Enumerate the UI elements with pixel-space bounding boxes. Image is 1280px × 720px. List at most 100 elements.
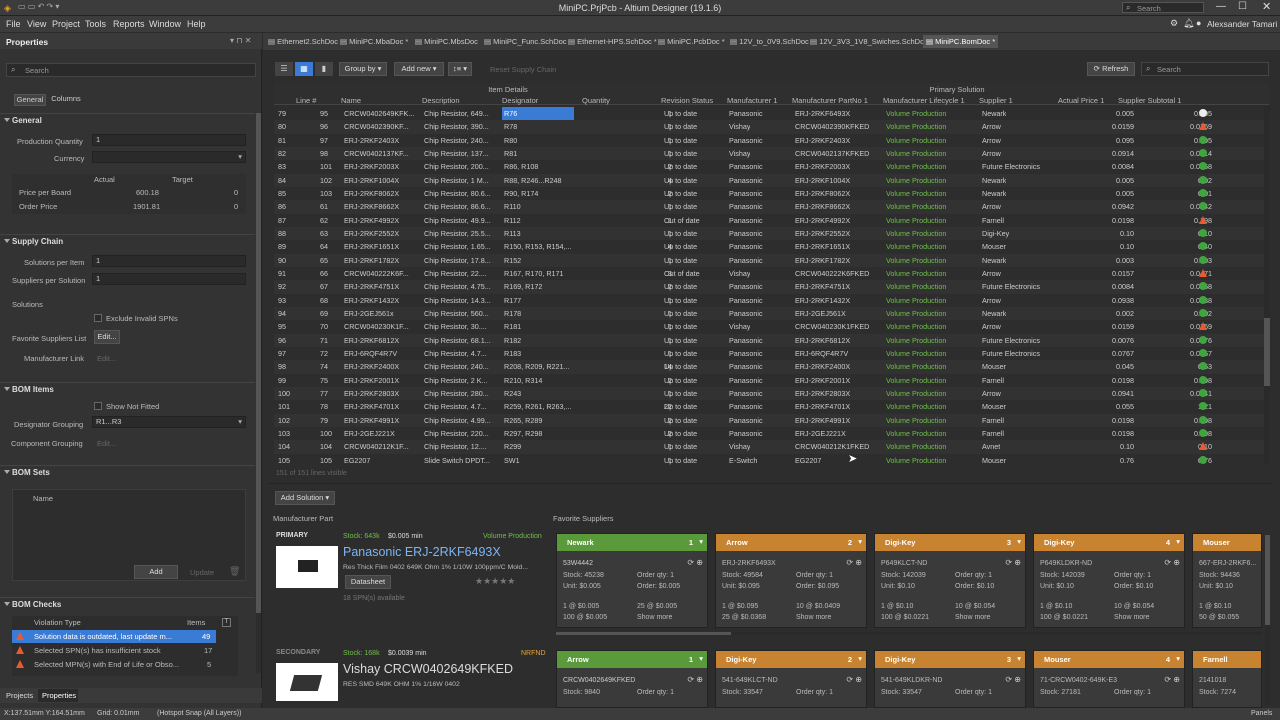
solutions-per-item-input[interactable]: 1 (92, 255, 246, 267)
table-row[interactable]: 105 105 EG2207 Slide Switch DPDT... SW1 1 Up t… (274, 454, 1269, 467)
status-warning-icon[interactable] (1199, 122, 1207, 131)
table-scrollbar[interactable] (1264, 106, 1270, 464)
supplier-card-header[interactable]: Arrow 1 ▾ (557, 651, 707, 668)
status-ok-icon[interactable] (1199, 335, 1207, 344)
status-ok-icon[interactable] (1199, 148, 1207, 157)
table-row[interactable]: 101 78 ERJ-2RKF4701X Chip Resistor, 4.7... R… (274, 400, 1269, 413)
supplier-card[interactable]: Farnell 2141018 Stock: 7274 (1192, 650, 1262, 708)
menu-view[interactable]: View (27, 19, 46, 29)
table-row[interactable]: 83 101 ERJ-2RKF2003X Chip Resistor, 200... R… (274, 160, 1269, 173)
col-name[interactable]: Name (341, 96, 361, 105)
edit-component-grouping-button[interactable]: Edit... (97, 439, 116, 448)
supplier-card-header[interactable]: Digi-Key 2 ▾ (716, 651, 866, 668)
spn-number[interactable]: 667-ERJ-2RKF6... (1199, 560, 1256, 567)
columns-button[interactable]: ↕≡ ▾ (448, 62, 472, 76)
table-row[interactable]: 87 62 ERJ-2RKF4992X Chip Resistor, 49.9... R… (274, 214, 1269, 227)
cards-scrollbar[interactable] (556, 632, 1262, 635)
supplier-card-header[interactable]: Newark 1 ▾ (557, 534, 707, 551)
scrollbar-thumb[interactable] (1265, 535, 1270, 625)
scrollbar-thumb[interactable] (556, 632, 731, 635)
supplier-card-header[interactable]: Arrow 2 ▾ (716, 534, 866, 551)
col-actual-price[interactable]: Actual Price 1 (1058, 96, 1104, 105)
scrollbar-thumb[interactable] (1264, 318, 1270, 386)
col-supplier[interactable]: Supplier 1 (979, 96, 1013, 105)
chevron-down-icon[interactable]: ▾ (699, 654, 703, 663)
user-icon[interactable]: ● (1196, 18, 1201, 28)
table-row[interactable]: 84 102 ERJ-2RKF1004X Chip Resistor, 1 M... R… (274, 173, 1269, 187)
col-lifecycle[interactable]: Manufacturer Lifecycle 1 (883, 96, 965, 105)
table-row[interactable]: 88 63 ERJ-2RKF2552X Chip Resistor, 25.5... R… (274, 226, 1269, 241)
add-bom-set-button[interactable]: Add (134, 565, 178, 579)
section-bom-items[interactable]: BOM Items (0, 382, 255, 395)
table-row[interactable]: 82 98 CRCW0402137KF... Chip Resistor, 137..… (274, 146, 1269, 161)
col-manufacturer-partno[interactable]: Manufacturer PartNo 1 (792, 96, 868, 105)
bom-check-row[interactable]: Solution data is outdated, last update m… (12, 630, 216, 643)
status-ok-icon[interactable] (1199, 295, 1207, 304)
status-warning-icon[interactable] (1199, 268, 1207, 277)
section-general[interactable]: General (0, 113, 255, 126)
table-row[interactable]: 103 100 ERJ-2GEJ221X Chip Resistor, 220... R… (274, 427, 1269, 440)
tab-minipc-mbs[interactable]: ▤ MiniPC.MbsDoc (412, 35, 481, 48)
chevron-down-icon[interactable]: ▾ (1017, 654, 1021, 663)
menu-project[interactable]: Project (52, 19, 80, 29)
table-row[interactable]: 99 75 ERJ-2RKF2001X Chip Resistor, 2 K... R2… (274, 374, 1269, 387)
bom-search-input[interactable]: ⌕ Search (1141, 62, 1269, 76)
tab-columns[interactable]: Columns (48, 94, 84, 106)
refresh-web-icon[interactable]: ⟳ ⊕ (1164, 675, 1180, 684)
close-button[interactable]: ✕ (1262, 0, 1271, 13)
table-row[interactable]: 89 64 ERJ-2RKF1651X Chip Resistor, 1.65... R… (274, 240, 1269, 253)
spn-number[interactable]: 53W4442 (563, 560, 593, 567)
tab-minipc-func[interactable]: ▤ MiniPC_Func.SchDoc (481, 35, 570, 48)
status-ok-icon[interactable] (1199, 135, 1207, 144)
refresh-web-icon[interactable]: ⟳ ⊕ (687, 558, 703, 567)
menu-window[interactable]: Window (149, 19, 181, 29)
table-row[interactable]: 90 65 ERJ-2RKF1782X Chip Resistor, 17.8... R… (274, 253, 1269, 267)
table-row[interactable]: 86 61 ERJ-2RKF8662X Chip Resistor, 86.6... R… (274, 200, 1269, 214)
menu-tools[interactable]: Tools (85, 19, 106, 29)
table-row[interactable]: 85 103 ERJ-2RKF8062X Chip Resistor, 80.6...… (274, 187, 1269, 200)
table-row[interactable]: 80 96 CRCW0402390KF... Chip Resistor, 390..… (274, 120, 1269, 134)
supplier-card[interactable]: Arrow 1 ▾ CRCW0402649KFKED ⟳ ⊕ Stock: 9840 Ord… (556, 650, 708, 708)
supplier-card[interactable]: Digi-Key 3 ▾ P649KLCT-ND ⟳ ⊕ Stock: 142039 Uni… (874, 533, 1026, 628)
list-view-icon[interactable]: ☰ (275, 62, 293, 76)
show-more-link[interactable]: Show more (637, 614, 672, 621)
show-not-fitted-checkbox[interactable] (94, 402, 102, 410)
edit-manufacturer-link-button[interactable]: Edit... (97, 354, 116, 363)
supplier-card[interactable]: Mouser 667-ERJ-2RKF6... Stock: 94436 Unit: … (1192, 533, 1262, 628)
user-name[interactable]: Alexsander Tamari (1207, 19, 1277, 29)
status-ok-icon[interactable] (1199, 308, 1207, 317)
global-search[interactable]: ⌕ Search (1122, 2, 1204, 13)
chart-view-icon[interactable]: ▮ (315, 62, 333, 76)
spn-number[interactable]: 71-CRCW0402-649K-E3 (1040, 677, 1117, 684)
supplier-card-header[interactable]: Mouser (1193, 534, 1261, 551)
status-warning-icon[interactable] (1199, 442, 1207, 451)
section-bom-checks[interactable]: BOM Checks (0, 597, 255, 610)
status-info-icon[interactable] (1199, 109, 1207, 117)
panel-tab-projects[interactable]: Projects (6, 691, 33, 700)
designator-grouping-select[interactable]: R1...R3 ▾ (92, 416, 246, 428)
supplier-card-header[interactable]: Digi-Key 4 ▾ (1034, 534, 1184, 551)
status-ok-icon[interactable] (1199, 455, 1207, 464)
table-row[interactable]: 94 69 ERJ-2GEJ561x Chip Resistor, 560... R17… (274, 306, 1269, 321)
supplier-card-header[interactable]: Digi-Key 3 ▾ (875, 651, 1025, 668)
minimize-button[interactable]: — (1216, 1, 1226, 12)
col-line-number[interactable]: Line # (296, 96, 316, 105)
refresh-web-icon[interactable]: ⟳ ⊕ (687, 675, 703, 684)
supplier-card-header[interactable]: Farnell (1193, 651, 1261, 668)
status-ok-icon[interactable] (1199, 388, 1207, 397)
status-warning-icon[interactable] (1199, 215, 1207, 224)
tab-12v-3v3[interactable]: ▤ 12V_3V3_1V8_Swiches.SchDoc (807, 35, 931, 48)
supplier-card[interactable]: Mouser 4 ▾ 71-CRCW0402-649K-E3 ⟳ ⊕ Stock: 271… (1033, 650, 1185, 708)
supplier-card-header[interactable]: Digi-Key 3 ▾ (875, 534, 1025, 551)
spn-number[interactable]: ERJ-2RKF6493X (722, 560, 776, 567)
table-row[interactable]: 98 74 ERJ-2RKF2400X Chip Resistor, 240... R2… (274, 360, 1269, 374)
spn-number[interactable]: P649KLCT-ND (881, 560, 927, 567)
tab-ethernet2[interactable]: ▤ Ethernet2.SchDoc (265, 35, 341, 48)
status-ok-icon[interactable] (1199, 188, 1207, 197)
col-supplier-subtotal[interactable]: Supplier Subtotal 1 (1118, 96, 1181, 105)
menu-file[interactable]: File (6, 19, 21, 29)
chevron-down-icon[interactable]: ▾ (858, 654, 862, 663)
show-more-link[interactable]: Show more (1114, 614, 1149, 621)
tab-minipc-mba[interactable]: ▤ MiniPC.MbaDoc * (337, 35, 411, 48)
reset-supply-chain-button[interactable]: Reset Supply Chain (490, 65, 556, 74)
